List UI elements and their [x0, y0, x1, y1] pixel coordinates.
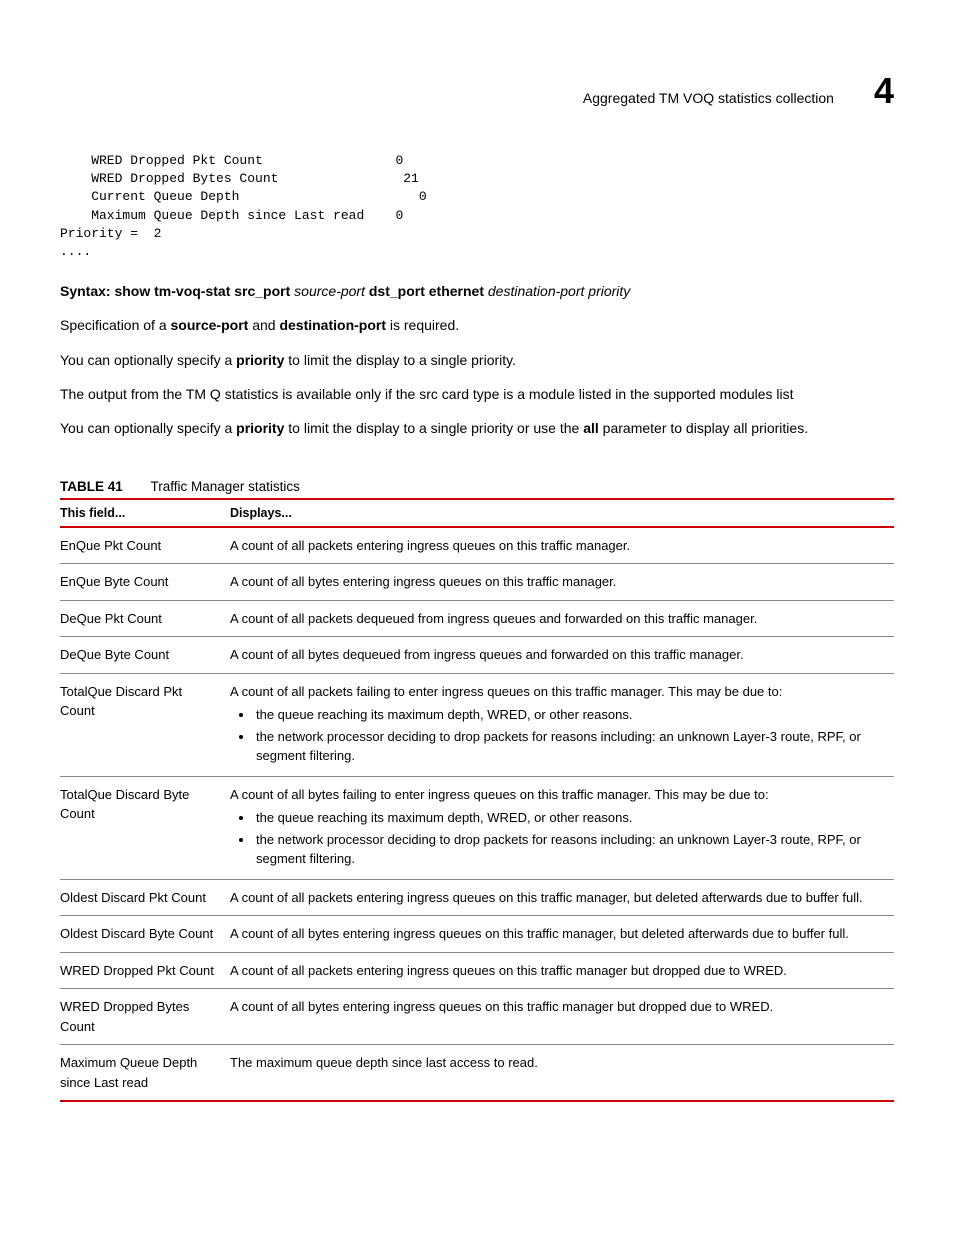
table-row: Oldest Discard Byte CountA count of all … [60, 916, 894, 953]
field-name-cell: TotalQue Discard Byte Count [60, 776, 230, 879]
table-caption: TABLE 41 Traffic Manager statistics [60, 479, 894, 494]
table-header-row: This field... Displays... [60, 499, 894, 527]
paragraph: The output from the TM Q statistics is a… [60, 384, 894, 404]
syntax-arg: destination-port priority [488, 283, 630, 299]
field-name-cell: EnQue Pkt Count [60, 527, 230, 564]
description-cell: A count of all bytes failing to enter in… [230, 776, 894, 879]
page-container: Aggregated TM VOQ statistics collection … [0, 0, 954, 1162]
description-cell: The maximum queue depth since last acces… [230, 1045, 894, 1102]
description-cell: A count of all packets dequeued from ing… [230, 600, 894, 637]
column-header-displays: Displays... [230, 499, 894, 527]
description-cell: A count of all packets entering ingress … [230, 527, 894, 564]
code-line: WRED Dropped Pkt Count 0 [60, 153, 403, 168]
bullet-list: the queue reaching its maximum depth, WR… [230, 705, 884, 766]
field-name-cell: WRED Dropped Bytes Count [60, 989, 230, 1045]
field-name-cell: WRED Dropped Pkt Count [60, 952, 230, 989]
description-cell: A count of all packets failing to enter … [230, 673, 894, 776]
table-row: WRED Dropped Bytes CountA count of all b… [60, 989, 894, 1045]
table-row: DeQue Byte CountA count of all bytes deq… [60, 637, 894, 674]
syntax-line: Syntax: show tm-voq-stat src_port source… [60, 281, 894, 301]
syntax-command: show tm-voq-stat src_port [114, 283, 294, 299]
text: parameter to display all priorities. [599, 420, 808, 436]
text: to limit the display to a single priorit… [284, 420, 583, 436]
page-header: Aggregated TM VOQ statistics collection … [60, 70, 894, 112]
field-name-cell: Maximum Queue Depth since Last read [60, 1045, 230, 1102]
list-item: the queue reaching its maximum depth, WR… [254, 808, 884, 828]
bullet-list: the queue reaching its maximum depth, WR… [230, 808, 884, 869]
table-row: DeQue Pkt CountA count of all packets de… [60, 600, 894, 637]
table-row: Maximum Queue Depth since Last readThe m… [60, 1045, 894, 1102]
table-row: WRED Dropped Pkt CountA count of all pac… [60, 952, 894, 989]
table-section: TABLE 41 Traffic Manager statistics This… [60, 479, 894, 1103]
text-bold: source-port [171, 317, 249, 333]
description-text: A count of all bytes entering ingress qu… [230, 574, 616, 589]
description-text: A count of all bytes failing to enter in… [230, 787, 769, 802]
code-line: Maximum Queue Depth since Last read 0 [60, 208, 403, 223]
description-text: A count of all packets dequeued from ing… [230, 611, 757, 626]
column-header-field: This field... [60, 499, 230, 527]
statistics-table: This field... Displays... EnQue Pkt Coun… [60, 498, 894, 1103]
paragraph: Specification of a source-port and desti… [60, 315, 894, 335]
description-text: A count of all bytes entering ingress qu… [230, 999, 773, 1014]
table-row: EnQue Pkt CountA count of all packets en… [60, 527, 894, 564]
description-cell: A count of all packets entering ingress … [230, 879, 894, 916]
syntax-label: Syntax: [60, 283, 114, 299]
field-name-cell: Oldest Discard Byte Count [60, 916, 230, 953]
description-text: A count of all packets entering ingress … [230, 963, 787, 978]
text: is required. [386, 317, 459, 333]
paragraph: You can optionally specify a priority to… [60, 350, 894, 370]
text: Specification of a [60, 317, 171, 333]
field-name-cell: DeQue Pkt Count [60, 600, 230, 637]
list-item: the network processor deciding to drop p… [254, 727, 884, 766]
code-line: Priority = 2 [60, 226, 161, 241]
code-block: WRED Dropped Pkt Count 0 WRED Dropped By… [60, 152, 894, 261]
description-text: A count of all packets entering ingress … [230, 890, 863, 905]
code-line: .... [60, 244, 91, 259]
text: and [248, 317, 279, 333]
syntax-keyword: dst_port ethernet [369, 283, 488, 299]
text-bold: destination-port [279, 317, 386, 333]
description-text: A count of all packets failing to enter … [230, 684, 782, 699]
text-bold: all [583, 420, 599, 436]
list-item: the queue reaching its maximum depth, WR… [254, 705, 884, 725]
description-text: A count of all bytes dequeued from ingre… [230, 647, 744, 662]
description-text: A count of all bytes entering ingress qu… [230, 926, 849, 941]
table-row: Oldest Discard Pkt CountA count of all p… [60, 879, 894, 916]
description-text: The maximum queue depth since last acces… [230, 1055, 538, 1070]
header-section-title: Aggregated TM VOQ statistics collection [583, 90, 834, 106]
paragraph: You can optionally specify a priority to… [60, 418, 894, 438]
code-line: Current Queue Depth 0 [60, 189, 427, 204]
description-text: A count of all packets entering ingress … [230, 538, 630, 553]
list-item: the network processor deciding to drop p… [254, 830, 884, 869]
description-cell: A count of all bytes entering ingress qu… [230, 916, 894, 953]
table-row: TotalQue Discard Pkt CountA count of all… [60, 673, 894, 776]
chapter-number: 4 [874, 70, 894, 112]
field-name-cell: TotalQue Discard Pkt Count [60, 673, 230, 776]
table-row: TotalQue Discard Byte CountA count of al… [60, 776, 894, 879]
description-cell: A count of all bytes dequeued from ingre… [230, 637, 894, 674]
table-title: Traffic Manager statistics [151, 479, 300, 494]
description-cell: A count of all packets entering ingress … [230, 952, 894, 989]
text: You can optionally specify a [60, 420, 236, 436]
text: to limit the display to a single priorit… [284, 352, 516, 368]
field-name-cell: Oldest Discard Pkt Count [60, 879, 230, 916]
table-row: EnQue Byte CountA count of all bytes ent… [60, 564, 894, 601]
description-cell: A count of all bytes entering ingress qu… [230, 564, 894, 601]
text-bold: priority [236, 352, 284, 368]
code-line: WRED Dropped Bytes Count 21 [60, 171, 419, 186]
field-name-cell: EnQue Byte Count [60, 564, 230, 601]
field-name-cell: DeQue Byte Count [60, 637, 230, 674]
description-cell: A count of all bytes entering ingress qu… [230, 989, 894, 1045]
table-label: TABLE 41 [60, 479, 123, 494]
text-bold: priority [236, 420, 284, 436]
table-body: EnQue Pkt CountA count of all packets en… [60, 527, 894, 1102]
text: You can optionally specify a [60, 352, 236, 368]
syntax-arg: source-port [294, 283, 369, 299]
